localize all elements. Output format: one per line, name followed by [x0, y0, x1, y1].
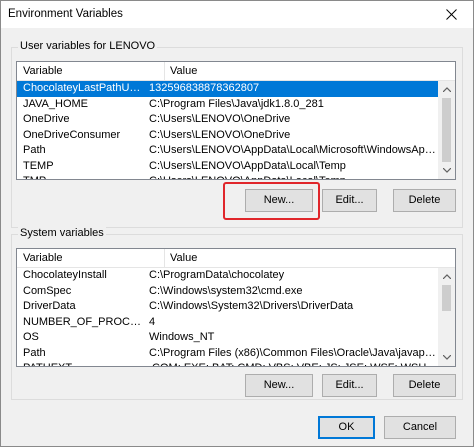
table-row[interactable]: PATHEXT.COM;.EXE;.BAT;.CMD;.VBS;.VBE;.JS… — [17, 361, 440, 366]
list-header: Variable Value — [17, 62, 455, 81]
close-button[interactable] — [429, 1, 473, 28]
chevron-up-icon — [442, 87, 451, 92]
variable-name-cell: Path — [23, 144, 46, 156]
system-new-button[interactable]: New... — [245, 374, 313, 397]
user-delete-button[interactable]: Delete — [393, 189, 456, 212]
variable-value-cell: 4 — [149, 315, 156, 328]
variable-value-cell: C:\ProgramData\chocolatey — [149, 269, 285, 281]
user-variables-list[interactable]: Variable Value ChocolateyLastPathUpdate 1… — [16, 61, 456, 180]
variable-name-cell: JAVA_HOME — [23, 97, 88, 110]
variable-value-cell: C:\Users\LENOVO\AppData\Local\Microsoft\… — [149, 144, 440, 156]
variable-name-cell: DriverData — [23, 300, 76, 312]
scroll-down-button[interactable] — [438, 162, 455, 179]
variable-name-cell: TEMP — [23, 159, 54, 172]
title-bar: Environment Variables — [1, 1, 473, 28]
chevron-down-icon — [442, 355, 451, 360]
column-header-value[interactable]: Value — [164, 62, 197, 81]
column-header-value[interactable]: Value — [164, 249, 197, 268]
user-variables-label: User variables for LENOVO — [18, 40, 158, 52]
variable-name-cell: ChocolateyLastPathUpdate — [23, 82, 143, 94]
table-row[interactable]: OneDrive C:\Users\LENOVO\OneDrive — [17, 112, 438, 128]
system-delete-button[interactable]: Delete — [393, 374, 456, 397]
system-variables-label: System variables — [18, 227, 106, 239]
column-header-variable[interactable]: Variable — [17, 249, 63, 268]
system-variables-rows: ChocolateyInstall C:\ProgramData\chocolat… — [17, 268, 440, 366]
table-row[interactable]: OS Windows_NT — [17, 330, 438, 346]
scroll-up-button[interactable] — [438, 268, 455, 285]
scroll-down-button[interactable] — [438, 349, 455, 366]
table-row[interactable]: DriverData C:\Windows\System32\Drivers\Dr… — [17, 299, 438, 315]
chevron-up-icon — [442, 274, 451, 279]
column-header-variable[interactable]: Variable — [17, 62, 63, 81]
variable-value-cell: C:\Windows\system32\cmd.exe — [149, 284, 303, 297]
system-list-scrollbar[interactable] — [438, 268, 455, 366]
table-row[interactable]: ChocolateyInstall C:\ProgramData\chocolat… — [17, 268, 438, 284]
variable-name-cell: PATHEXT — [17, 361, 143, 366]
window-title: Environment Variables — [8, 8, 123, 20]
scroll-thumb[interactable] — [442, 98, 451, 162]
variable-name-cell: ComSpec — [23, 284, 72, 297]
system-variables-list[interactable]: Variable Value ChocolateyInstall C:\Progr… — [16, 248, 456, 367]
variable-value-cell: Windows_NT — [149, 331, 215, 343]
scroll-thumb[interactable] — [442, 285, 451, 311]
cancel-button[interactable]: Cancel — [384, 416, 456, 439]
close-icon — [445, 9, 457, 20]
variable-value-cell: C:\Windows\System32\Drivers\DriverData — [149, 300, 354, 312]
variable-name-cell: OS — [23, 331, 39, 343]
variable-value-cell: 132596838878362807 — [149, 82, 260, 94]
highlight-annotation — [223, 182, 320, 220]
variable-name-cell: NUMBER_OF_PROCESSORS — [23, 315, 143, 328]
variable-name-cell: TMP — [17, 174, 143, 179]
table-row[interactable]: NUMBER_OF_PROCESSORS 4 — [17, 315, 438, 331]
chevron-down-icon — [442, 168, 451, 173]
table-row[interactable]: Path C:\Users\LENOVO\AppData\Local\Micros… — [17, 143, 440, 159]
user-variables-rows: ChocolateyLastPathUpdate 1325968388783628… — [17, 81, 440, 179]
table-row[interactable]: Path C:\Program Files (x86)\Common Files\… — [17, 346, 440, 362]
variable-name-cell: ChocolateyInstall — [23, 269, 107, 281]
list-header: Variable Value — [17, 249, 455, 268]
environment-variables-dialog: Environment Variables User variables for… — [0, 0, 474, 447]
variable-value-cell: .COM;.EXE;.BAT;.CMD;.VBS;.VBE;.JS;.JSE;.… — [143, 361, 440, 366]
user-list-scrollbar[interactable] — [438, 81, 455, 179]
table-row[interactable]: ChocolateyLastPathUpdate 1325968388783628… — [17, 81, 438, 97]
variable-value-cell: C:\Program Files\Java\jdk1.8.0_281 — [149, 97, 324, 110]
variable-name-cell: OneDriveConsumer — [23, 128, 121, 141]
table-row[interactable]: TMPC:\Users\LENOVO\AppData\Local\Temp — [17, 174, 440, 179]
table-row[interactable]: ComSpec C:\Windows\system32\cmd.exe — [17, 284, 438, 300]
scroll-up-button[interactable] — [438, 81, 455, 98]
table-row[interactable]: TEMP C:\Users\LENOVO\AppData\Local\Temp — [17, 159, 438, 175]
user-edit-button[interactable]: Edit... — [322, 189, 377, 212]
variable-value-cell: C:\Users\LENOVO\OneDrive — [149, 113, 291, 125]
system-edit-button[interactable]: Edit... — [322, 374, 377, 397]
variable-value-cell: C:\Users\LENOVO\AppData\Local\Temp — [149, 159, 346, 172]
table-row[interactable]: JAVA_HOME C:\Program Files\Java\jdk1.8.0_… — [17, 97, 438, 113]
variable-name-cell: OneDrive — [23, 113, 70, 125]
table-row[interactable]: OneDriveConsumer C:\Users\LENOVO\OneDrive — [17, 128, 438, 144]
variable-value-cell: C:\Users\LENOVO\AppData\Local\Temp — [143, 174, 440, 179]
variable-name-cell: Path — [23, 346, 46, 359]
variable-value-cell: C:\Program Files (x86)\Common Files\Orac… — [149, 346, 440, 359]
variable-value-cell: C:\Users\LENOVO\OneDrive — [149, 128, 291, 141]
ok-button[interactable]: OK — [318, 416, 375, 439]
